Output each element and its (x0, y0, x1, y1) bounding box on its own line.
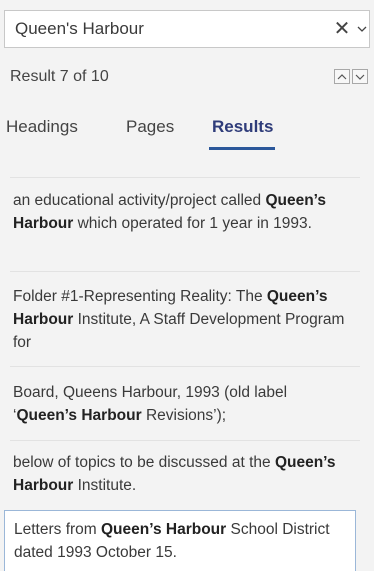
search-input[interactable] (5, 11, 335, 47)
divider (10, 271, 360, 272)
result-item-1[interactable]: an educational activity/project called Q… (4, 182, 356, 242)
previous-result-button[interactable] (334, 69, 350, 84)
result-item-4[interactable]: below of topics to be discussed at the Q… (4, 444, 356, 504)
result-item-2[interactable]: Folder #1-Representing Reality: The Quee… (4, 278, 356, 361)
result-text-before: an educational activity/project called (13, 192, 266, 209)
result-text-after: Institute. (73, 477, 137, 494)
result-match: Queen’s Harbour (101, 521, 227, 538)
divider (10, 440, 360, 441)
tab-results[interactable]: Results (212, 117, 273, 137)
result-item-3[interactable]: Board, Queens Harbour, 1993 (old label ‘… (4, 374, 356, 434)
next-result-button[interactable] (352, 69, 368, 84)
chevron-down-icon (355, 74, 365, 80)
result-text-before: Letters from (14, 521, 101, 538)
result-match: Queen’s Harbour (16, 407, 142, 424)
chevron-up-icon (337, 73, 347, 79)
divider (10, 177, 360, 178)
active-tab-indicator (209, 147, 275, 150)
divider (10, 366, 360, 367)
tab-headings[interactable]: Headings (6, 117, 78, 137)
result-text-after: Revisions’); (141, 407, 227, 424)
result-item-5-selected[interactable]: Letters from Queen’s Harbour School Dist… (4, 510, 356, 571)
chevron-down-icon[interactable] (355, 17, 369, 41)
search-box[interactable]: ✕ (4, 10, 370, 48)
result-text-after: which operated for 1 year in 1993. (73, 215, 312, 232)
tab-pages[interactable]: Pages (126, 117, 174, 137)
close-icon[interactable]: ✕ (331, 17, 353, 41)
result-count: Result 7 of 10 (10, 68, 109, 85)
result-text-before: Folder #1-Representing Reality: The (13, 288, 267, 305)
result-text-before: below of topics to be discussed at the (13, 454, 275, 471)
